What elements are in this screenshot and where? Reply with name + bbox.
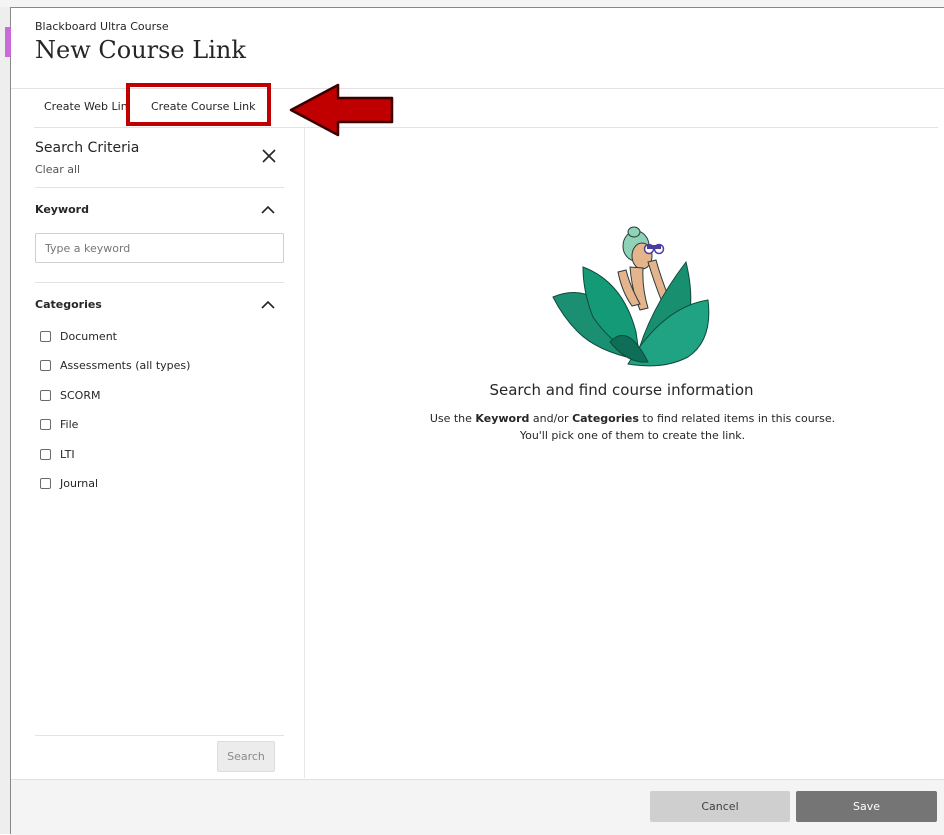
- clear-all-link[interactable]: Clear all: [35, 163, 80, 176]
- search-button[interactable]: Search: [217, 741, 275, 772]
- chevron-up-icon[interactable]: [261, 300, 275, 309]
- checkbox[interactable]: [40, 359, 51, 371]
- window-left-edge: [0, 7, 11, 834]
- binoculars-person-illustration: [552, 226, 710, 367]
- category-label: Journal: [60, 476, 99, 490]
- divider: [35, 187, 284, 188]
- category-lti[interactable]: LTI: [40, 446, 75, 462]
- close-icon[interactable]: [260, 147, 278, 165]
- tabs-divider: [34, 127, 938, 128]
- keyword-emphasis: Keyword: [475, 412, 530, 425]
- chevron-up-icon[interactable]: [261, 205, 275, 214]
- empty-state-title: Search and find course information: [489, 381, 754, 399]
- empty-state-description: Use the Keyword and/or Categories to fin…: [305, 412, 944, 425]
- category-scorm[interactable]: SCORM: [40, 387, 100, 403]
- divider: [35, 282, 284, 283]
- empty-state-hint: You'll pick one of them to create the li…: [519, 429, 746, 442]
- category-label: Document: [60, 329, 117, 343]
- description-text: and/or: [529, 412, 573, 425]
- description-text: Use the: [429, 412, 476, 425]
- column-divider: [304, 128, 305, 778]
- checkbox[interactable]: [40, 389, 51, 401]
- page-title: New Course Link: [35, 36, 246, 64]
- window-top-edge: [0, 0, 944, 8]
- category-journal[interactable]: Journal: [40, 475, 98, 491]
- divider: [35, 735, 284, 736]
- category-label: Assessments (all types): [60, 358, 191, 372]
- categories-emphasis: Categories: [572, 412, 639, 425]
- checkbox[interactable]: [40, 418, 51, 430]
- keyword-input[interactable]: [35, 233, 284, 263]
- categories-section-label: Categories: [35, 298, 102, 311]
- category-document[interactable]: Document: [40, 328, 117, 344]
- cancel-button[interactable]: Cancel: [650, 791, 790, 822]
- checkbox[interactable]: [40, 448, 51, 460]
- category-label: File: [60, 417, 79, 431]
- description-text: to find related items in this course.: [638, 412, 836, 425]
- category-file[interactable]: File: [40, 416, 78, 432]
- checkbox[interactable]: [40, 330, 51, 342]
- category-assessments[interactable]: Assessments (all types): [40, 357, 190, 373]
- tab-create-web-link[interactable]: Create Web Link: [44, 100, 130, 113]
- checkbox[interactable]: [40, 477, 51, 489]
- category-label: SCORM: [60, 388, 101, 402]
- course-name: Blackboard Ultra Course: [35, 20, 169, 33]
- annotation-highlight-box: [126, 83, 271, 126]
- save-button[interactable]: Save: [796, 791, 937, 822]
- keyword-section-label: Keyword: [35, 203, 89, 216]
- search-criteria-title: Search Criteria: [35, 140, 140, 156]
- category-label: LTI: [60, 447, 75, 461]
